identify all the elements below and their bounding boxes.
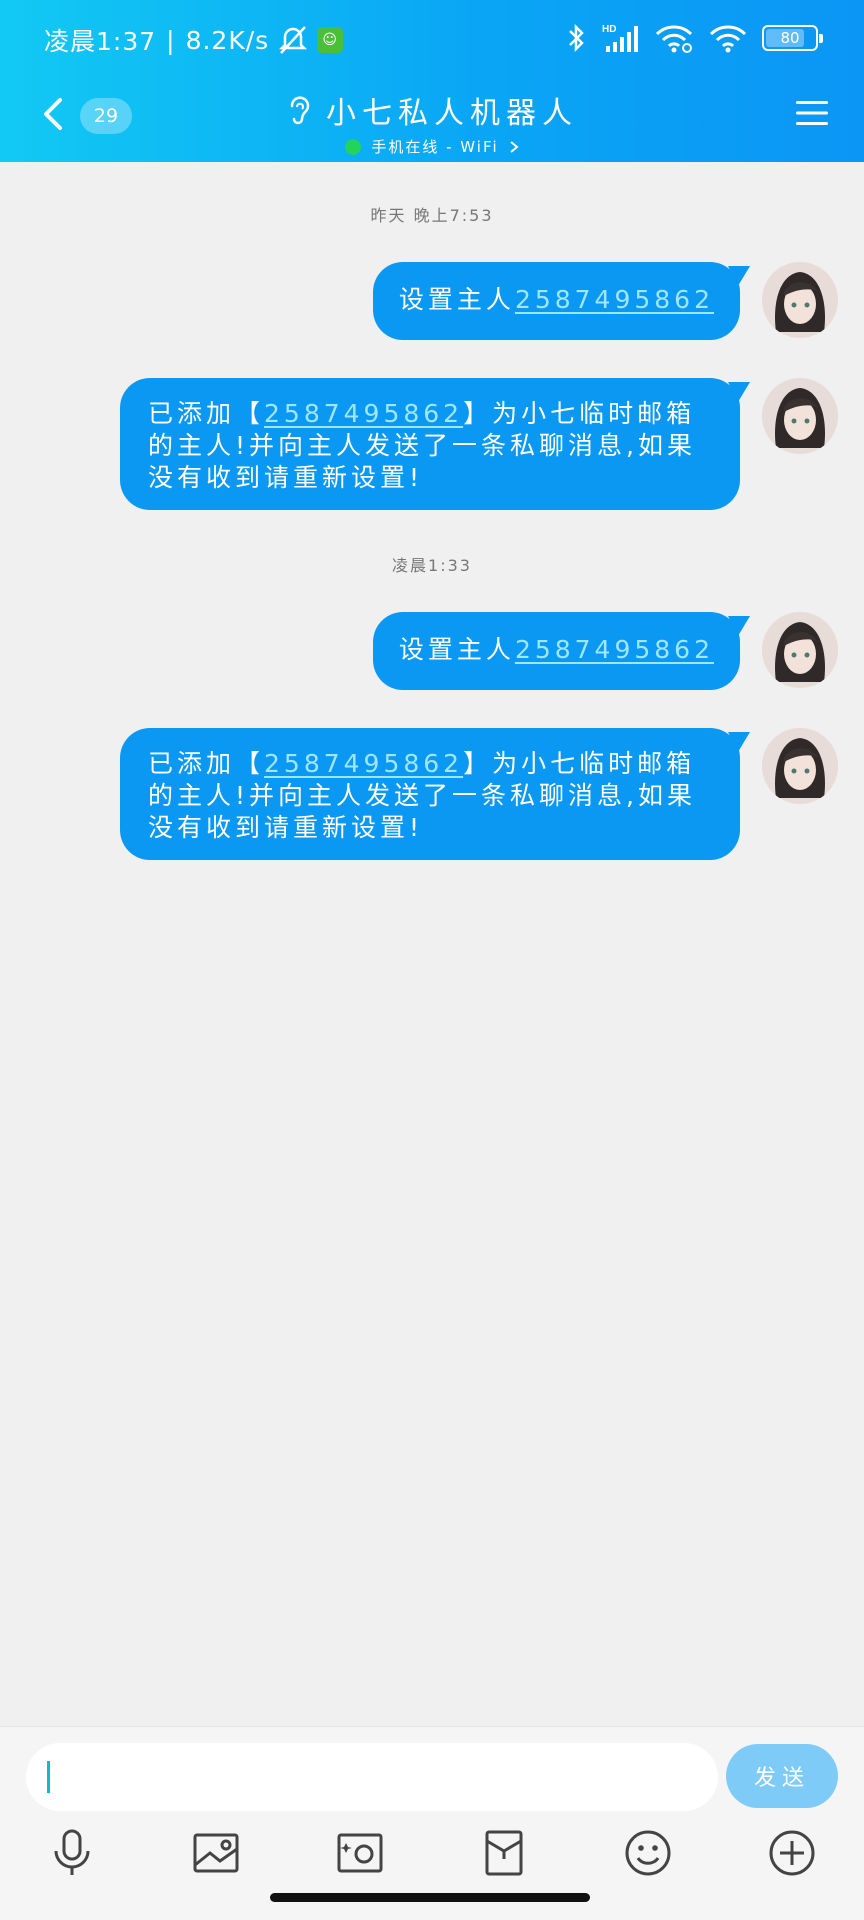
wifi-link-icon [655,25,693,53]
status-bar: 凌晨1:37 | 8.2K/s ☺ HD 80 [0,0,864,82]
message-bubble[interactable]: 设置主人2587495862 [372,262,750,340]
time-divider: 凌晨1:33 [392,556,472,575]
chat-title-area[interactable]: 小七私人机器人 手机在线 - WiFi [0,88,864,159]
text-caret [47,1761,50,1793]
chevron-right-icon [510,140,519,153]
microphone-icon[interactable] [46,1827,98,1879]
app-notification-icon: ☺ [317,27,344,53]
message-bubble[interactable]: 已添加【2587495862】为小七临时邮箱的主人!并向主人发送了一条私聊消息,… [120,728,750,860]
status-right: HD 80 [566,22,823,54]
qq-number-link[interactable]: 2587495862 [264,749,463,778]
image-icon[interactable] [190,1827,242,1879]
input-toolbar [0,1827,864,1897]
qq-number-link[interactable]: 2587495862 [264,399,463,428]
camera-icon[interactable] [334,1827,386,1879]
home-indicator[interactable] [270,1893,590,1902]
chat-header: 凌晨1:37 | 8.2K/s ☺ HD 80 29 小七私人机器人 手机在线 … [0,0,864,162]
bubble-tail [728,616,750,636]
mute-bell-icon [279,26,308,54]
title-row: 小七私人机器人 [286,88,578,132]
svg-text:HD: HD [602,24,616,35]
red-packet-icon[interactable] [478,1827,530,1879]
cellular-signal-icon: HD [602,24,638,52]
message-text: 设置主人 [398,635,515,664]
plus-icon[interactable] [766,1827,818,1879]
page-title: 小七私人机器人 [326,96,578,131]
status-separator: | [166,25,176,55]
status-left: 凌晨1:37 | 8.2K/s ☺ [44,22,344,58]
online-status[interactable]: 手机在线 - WiFi [345,136,519,157]
emoji-icon[interactable] [622,1827,674,1879]
battery-icon: 80 [762,25,823,51]
avatar-image [762,728,838,804]
status-time: 凌晨1:37 [44,27,157,56]
avatar[interactable] [762,728,838,804]
avatar[interactable] [762,262,838,338]
avatar[interactable] [762,612,838,688]
message-bubble[interactable]: 设置主人2587495862 [372,612,750,690]
send-button[interactable]: 发送 [726,1744,838,1808]
message-text-prefix: 已添加【 [148,399,265,428]
online-status-text: 手机在线 - WiFi [371,138,499,156]
message-input[interactable] [26,1743,718,1811]
wifi-icon [709,25,747,53]
status-net-speed: 8.2K/s [185,25,270,55]
input-area: 发送 [0,1726,864,1920]
time-divider: 昨天 晚上7:53 [370,206,494,225]
avatar[interactable] [762,378,838,454]
qq-number-link[interactable]: 2587495862 [515,635,714,664]
avatar-image [762,612,838,688]
message-text: 设置主人 [398,285,515,314]
avatar-image [762,262,838,338]
qq-number-link[interactable]: 2587495862 [515,285,714,314]
ear-icon[interactable] [286,94,312,126]
online-dot-icon [345,138,362,155]
message-text-prefix: 已添加【 [148,749,265,778]
battery-level: 80 [780,29,800,47]
avatar-image [762,378,838,454]
menu-icon[interactable] [794,98,830,128]
bubble-tail [728,382,750,402]
bluetooth-icon [569,23,584,53]
bubble-tail [728,732,750,752]
bubble-tail [728,266,750,286]
message-bubble[interactable]: 已添加【2587495862】为小七临时邮箱的主人!并向主人发送了一条私聊消息,… [120,378,750,510]
